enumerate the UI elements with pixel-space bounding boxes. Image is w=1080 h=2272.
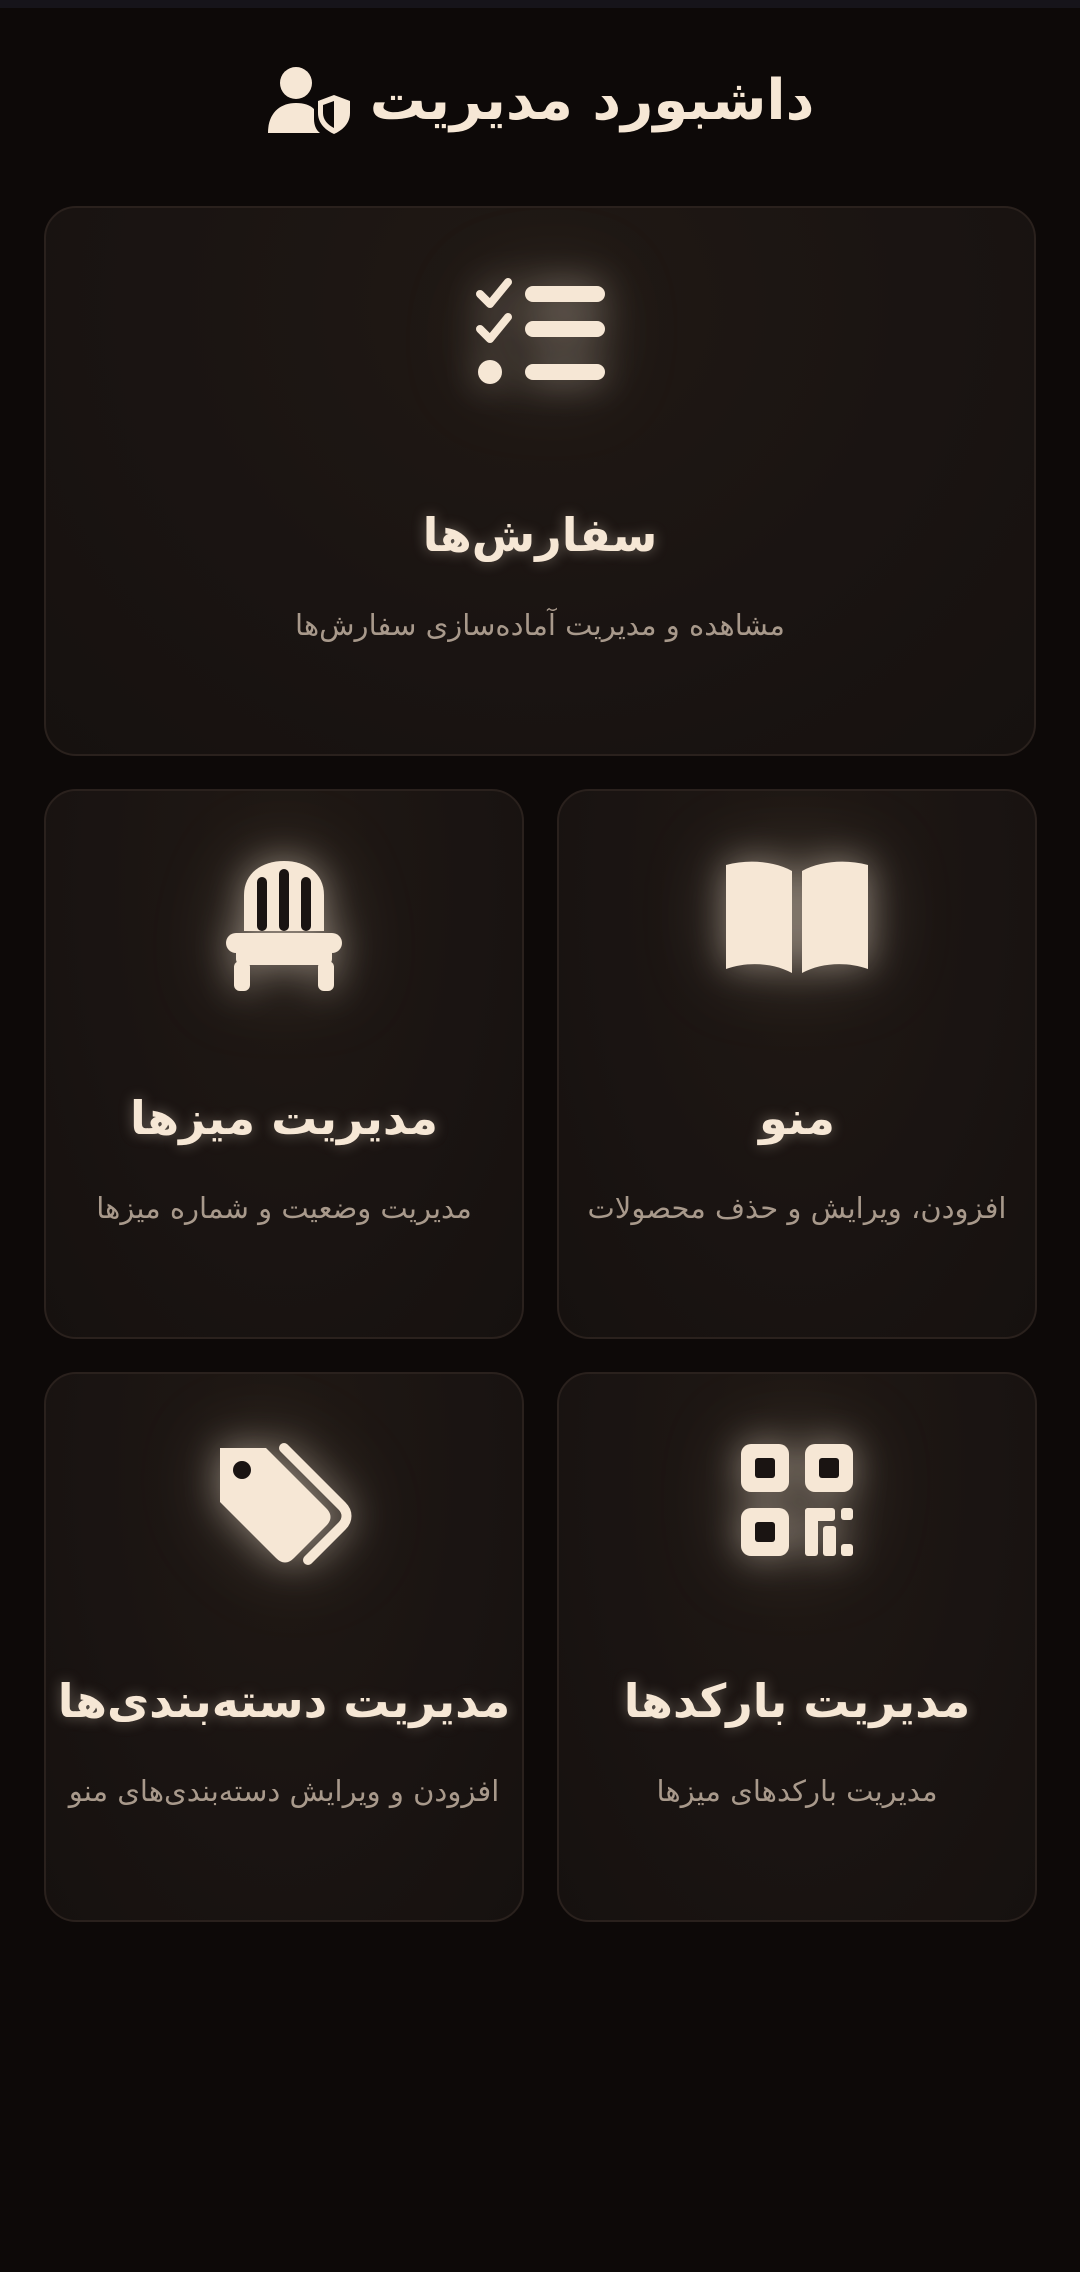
qrcodes-card-title: مدیریت بارکدها xyxy=(623,1674,971,1728)
qrcodes-card[interactable]: مدیریت بارکدها مدیریت بارکدهای میزها xyxy=(557,1372,1037,1922)
user-shield-icon xyxy=(266,65,352,135)
qrcodes-card-description: مدیریت بارکدهای میزها xyxy=(656,1774,938,1808)
menu-card-title: منو xyxy=(758,1091,836,1145)
categories-card[interactable]: مدیریت دسته‌بندی‌ها افزودن و ویرایش دسته… xyxy=(44,1372,524,1922)
orders-card-title: سفارش‌ها xyxy=(422,508,658,562)
orders-card[interactable]: سفارش‌ها مشاهده و مدیریت آماده‌سازی سفار… xyxy=(44,206,1036,756)
book-open-icon xyxy=(722,857,872,977)
categories-card-title: مدیریت دسته‌بندی‌ها xyxy=(57,1674,511,1728)
menu-card-description: افزودن، ویرایش و حذف محصولات xyxy=(587,1191,1007,1225)
menu-card[interactable]: منو افزودن، ویرایش و حذف محصولات xyxy=(557,789,1037,1339)
chair-icon xyxy=(224,857,344,992)
page-title: داشبورد مدیریت xyxy=(369,67,815,133)
categories-card-description: افزودن و ویرایش دسته‌بندی‌های منو xyxy=(68,1774,500,1808)
tables-card-description: مدیریت وضعیت و شماره میزها xyxy=(96,1191,472,1225)
status-bar xyxy=(0,0,1080,8)
orders-card-description: مشاهده و مدیریت آماده‌سازی سفارش‌ها xyxy=(295,608,785,642)
tables-card[interactable]: مدیریت میزها مدیریت وضعیت و شماره میزها xyxy=(44,789,524,1339)
page-header: داشبورد مدیریت xyxy=(0,50,1080,150)
tables-card-title: مدیریت میزها xyxy=(130,1091,438,1145)
checklist-icon xyxy=(470,274,610,394)
qrcode-icon xyxy=(737,1440,857,1560)
tags-icon xyxy=(214,1440,354,1565)
